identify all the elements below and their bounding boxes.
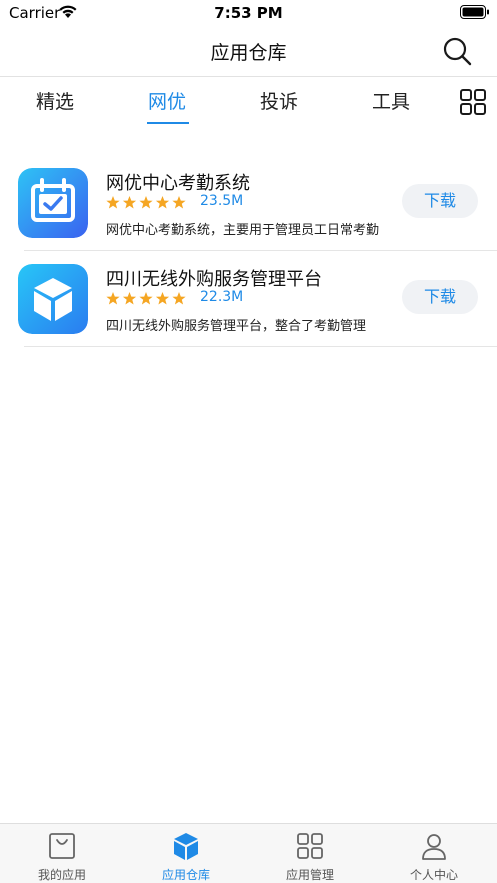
navigation-bar: 应用仓库: [0, 26, 497, 77]
download-button[interactable]: 下载: [402, 184, 478, 218]
tab-label: 应用管理: [285, 868, 334, 882]
app-name: 四川无线外购服务管理平台: [106, 269, 322, 290]
app-description: 四川无线外购服务管理平台，整合了考勤管理: [106, 319, 367, 334]
tab-app-management[interactable]: 应用管理: [248, 824, 372, 883]
battery-icon: [460, 5, 489, 19]
category-tabs: 精选 网优 投诉 工具: [0, 78, 497, 126]
tab-app-store[interactable]: 应用仓库: [124, 824, 248, 883]
bottom-tab-bar: 我的应用 应用仓库 应用管理 个人中心: [0, 823, 497, 883]
tab-profile[interactable]: 个人中心: [372, 824, 496, 883]
bag-icon: [49, 833, 75, 859]
app-size: 22.3M: [200, 289, 244, 305]
grid-icon: [297, 833, 323, 859]
tab-label: 个人中心: [409, 868, 458, 882]
download-button[interactable]: 下载: [402, 280, 478, 314]
list-item[interactable]: 网优中心考勤系统 23.5M 网优中心考勤系统，主要用于管理员工日常考勤 下载: [0, 155, 497, 251]
divider: [24, 346, 497, 347]
tab-tools[interactable]: 工具: [372, 87, 410, 114]
tab-label: 我的应用: [37, 868, 86, 882]
person-icon: [422, 834, 446, 860]
tab-label: 应用仓库: [161, 868, 210, 882]
app-name: 网优中心考勤系统: [106, 173, 250, 194]
tab-my-apps[interactable]: 我的应用: [0, 824, 124, 883]
cube-icon: [174, 833, 198, 860]
active-tab-indicator: [147, 122, 189, 124]
grid-icon[interactable]: [459, 88, 487, 116]
calendar-check-icon: [18, 168, 88, 238]
tab-featured[interactable]: 精选: [36, 87, 74, 114]
search-icon[interactable]: [441, 35, 473, 67]
list-item[interactable]: 四川无线外购服务管理平台 22.3M 四川无线外购服务管理平台，整合了考勤管理 …: [0, 251, 497, 347]
star-rating: [106, 292, 186, 305]
status-bar: Carrier 7:53 PM: [0, 0, 497, 26]
tab-network-optimization[interactable]: 网优: [148, 87, 186, 114]
tab-complaints[interactable]: 投诉: [260, 87, 298, 114]
app-size: 23.5M: [200, 193, 244, 209]
star-rating: [106, 196, 186, 209]
cube-icon: [18, 264, 88, 334]
page-title: 应用仓库: [210, 42, 287, 64]
clock: 7:53 PM: [214, 4, 283, 22]
app-description: 网优中心考勤系统，主要用于管理员工日常考勤: [106, 223, 380, 238]
